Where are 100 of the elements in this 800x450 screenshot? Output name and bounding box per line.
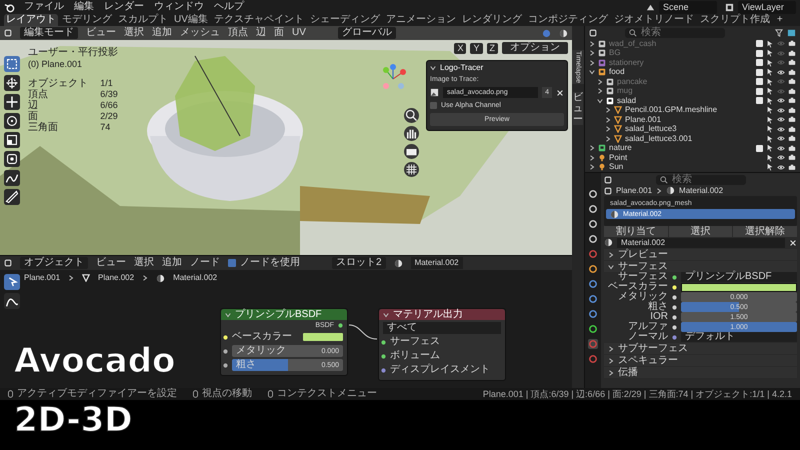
view-layer-field[interactable]: ViewLayer: [738, 0, 796, 14]
editor-type-icon[interactable]: [604, 176, 612, 184]
menu-item[interactable]: ウィンドウ: [153, 1, 205, 13]
annotate-icon[interactable]: [4, 170, 20, 186]
input-socket-icon[interactable]: [223, 362, 228, 368]
image-icon[interactable]: [430, 88, 439, 97]
eye-icon[interactable]: [777, 154, 785, 162]
workspace-tab[interactable]: スカルプト: [116, 14, 170, 26]
outliner-item[interactable]: salad_lettuce3.001: [625, 134, 692, 143]
slot-action-button[interactable]: 割り当て: [604, 226, 668, 237]
eye-icon[interactable]: [777, 116, 785, 124]
axis-toggle[interactable]: Z: [486, 42, 498, 54]
close-icon[interactable]: [789, 238, 797, 246]
outliner-item[interactable]: Sun: [609, 163, 624, 172]
menu-item[interactable]: ヘルプ: [213, 1, 245, 13]
collapse-caret-icon[interactable]: [383, 312, 389, 318]
workspace-tab[interactable]: スクリプト作成: [698, 14, 772, 26]
editor-type-icon[interactable]: [4, 29, 12, 37]
mode-dropdown[interactable]: 編集モード: [20, 27, 78, 39]
expand-caret-icon[interactable]: [605, 126, 611, 132]
menu-item[interactable]: 辺: [256, 28, 266, 38]
filter-icon[interactable]: [775, 28, 783, 36]
expand-caret-icon[interactable]: [605, 136, 611, 142]
eye-icon[interactable]: [777, 126, 785, 133]
outliner-item[interactable]: Point: [609, 154, 628, 162]
expand-caret-icon[interactable]: [605, 116, 611, 123]
checkbox[interactable]: [756, 144, 763, 152]
input-socket-icon[interactable]: [381, 340, 386, 344]
workspace-tab[interactable]: ジオメトリノード: [612, 14, 696, 26]
eye-icon[interactable]: [777, 164, 785, 171]
collapse-caret-icon[interactable]: [225, 312, 231, 318]
output-socket-icon[interactable]: [338, 323, 343, 328]
editor-type-icon[interactable]: [4, 259, 12, 267]
outliner-item[interactable]: Plane.001: [625, 116, 662, 124]
menu-item[interactable]: ノード: [190, 258, 220, 268]
color-swatch[interactable]: [681, 282, 797, 292]
workspace-tab[interactable]: アニメーション: [384, 14, 458, 26]
scale-icon[interactable]: [4, 132, 20, 148]
editor-type-icon[interactable]: [589, 28, 597, 36]
shader-node[interactable]: マテリアル出力 すべて サーフェス ボリューム ディスプレイスメント: [378, 308, 506, 381]
workspace-tab[interactable]: コンポジティング: [526, 14, 610, 26]
outliner-item[interactable]: nature: [609, 144, 632, 152]
axis-toggle[interactable]: X: [454, 42, 466, 54]
shader-field[interactable]: デフォルト: [681, 332, 797, 342]
transform-icon[interactable]: [4, 151, 20, 167]
menu-item[interactable]: UV: [292, 28, 306, 38]
outliner-item[interactable]: food: [609, 68, 625, 76]
eye-icon[interactable]: [777, 106, 785, 114]
outliner-item[interactable]: salad: [617, 96, 636, 105]
expand-caret-icon[interactable]: [589, 154, 595, 161]
scene-field[interactable]: Scene: [659, 0, 717, 14]
eye-icon[interactable]: [777, 135, 785, 142]
sidebar-tab[interactable]: ビュー: [573, 92, 583, 126]
expand-caret-icon[interactable]: [589, 164, 595, 170]
expand-caret-icon[interactable]: [589, 69, 595, 76]
menu-item[interactable]: ビュー: [96, 258, 126, 268]
workspace-tab[interactable]: モデリング: [60, 14, 114, 26]
add-workspace-button[interactable]: +: [774, 15, 786, 25]
color-swatch[interactable]: [303, 333, 343, 341]
panel-header[interactable]: サーフェス: [604, 261, 797, 272]
input-socket-icon[interactable]: [223, 334, 228, 340]
expand-caret-icon[interactable]: [589, 145, 595, 152]
mode-dropdown[interactable]: オブジェクト: [20, 257, 88, 269]
slot-action-button[interactable]: 選択解除: [733, 226, 798, 237]
slot-dropdown[interactable]: スロット2: [332, 257, 386, 269]
ruler-icon[interactable]: [4, 189, 20, 205]
move-icon[interactable]: [4, 94, 20, 110]
eye-icon[interactable]: [777, 68, 785, 76]
menu-item[interactable]: 追加: [152, 28, 172, 38]
rotate-icon[interactable]: [4, 113, 20, 129]
expand-caret-icon[interactable]: [605, 107, 611, 114]
menu-item[interactable]: 追加: [162, 258, 182, 268]
grid-icon[interactable]: [404, 162, 419, 177]
menu-item[interactable]: 選択: [134, 258, 154, 268]
workspace-tab[interactable]: レイアウト: [4, 14, 58, 26]
expand-caret-icon[interactable]: [597, 98, 603, 104]
eye-icon[interactable]: [777, 97, 785, 104]
workspace-tab[interactable]: シェーディング: [308, 14, 382, 26]
menu-item[interactable]: 面: [274, 28, 284, 38]
axis-toggle[interactable]: Y: [470, 42, 482, 54]
target-dropdown[interactable]: すべて: [383, 322, 501, 334]
menu-item[interactable]: 編集: [73, 1, 95, 13]
panel-header[interactable]: サブサーフェス: [604, 343, 797, 354]
outliner-item[interactable]: Pencil.001.GPM.meshline: [625, 106, 718, 114]
material-field[interactable]: Material.002: [410, 257, 463, 269]
material-name-field[interactable]: Material.002: [617, 238, 785, 248]
close-icon[interactable]: [556, 88, 564, 96]
outliner-item[interactable]: salad_lettuce3: [625, 125, 677, 134]
panel-header[interactable]: プレビュー: [604, 249, 797, 260]
panel-header[interactable]: スペキュラー: [604, 355, 797, 366]
workspace-tab[interactable]: レンダリング: [460, 14, 524, 26]
search-field[interactable]: 検索: [656, 174, 746, 184]
app-logo-icon[interactable]: [4, 2, 15, 13]
checkbox[interactable]: [756, 97, 763, 104]
shading-material-icon[interactable]: [559, 28, 568, 38]
orientation-dropdown[interactable]: グローバル: [338, 27, 396, 39]
collapse-caret-icon[interactable]: [430, 65, 436, 71]
annotate-icon[interactable]: [4, 293, 20, 309]
search-field[interactable]: 検索: [625, 28, 725, 38]
checkbox[interactable]: [430, 102, 437, 109]
